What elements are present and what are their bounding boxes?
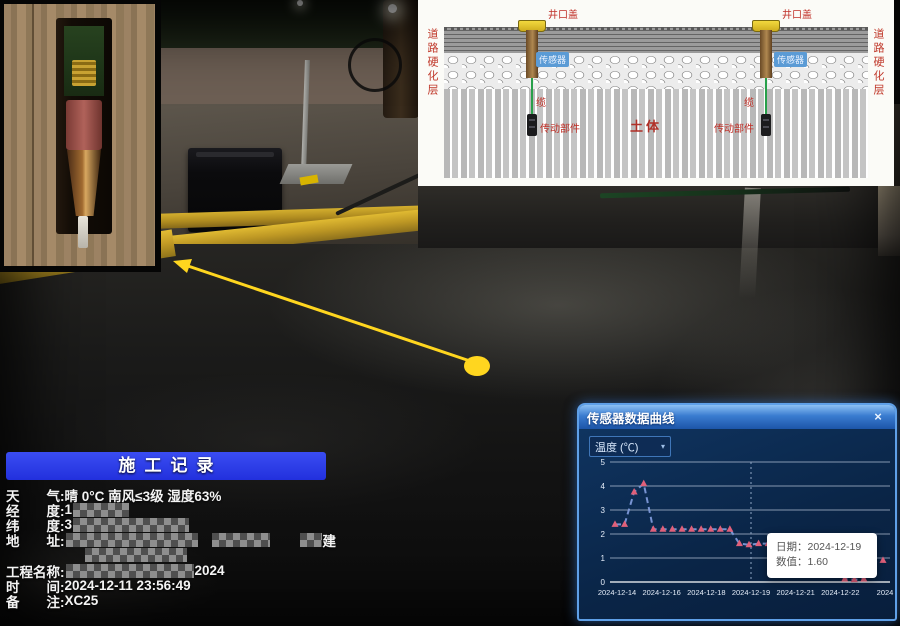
svg-text:2024-12-14: 2024-12-14 [598,588,636,597]
street-light [297,0,303,6]
note-value: XC25 [65,593,99,608]
record-title: 施工记录 [6,452,326,480]
probe-battery [66,100,102,150]
chart-window-title: 传感器数据曲线 [587,408,675,427]
screenshot-stage: 道路硬化层 道路硬化层 井口盖 传感器 缆 传动部件 井口盖 [0,0,900,626]
sensor-probe-inset-photo [0,0,161,272]
redaction-mosaic [66,564,194,578]
note-label: 备 注: [6,591,65,611]
road-layer-label-left: 道路硬化层 [424,28,440,98]
svg-text:3: 3 [601,506,606,515]
project-tail: 2024 [195,563,225,578]
wood-block [4,4,155,266]
buried-sensor [761,114,771,136]
redaction-mosaic [73,518,189,532]
cable-label: 缆 [536,94,546,109]
component-label: 传动部件 [714,120,754,135]
svg-text:2024-12-18: 2024-12-18 [687,588,725,597]
redaction-mosaic [66,533,198,547]
sensor-wire [531,78,533,116]
wellhead-label: 井口盖 [548,6,578,21]
soil-body-label: 土体 [630,116,662,135]
longitude-value: 1 [65,502,73,517]
probe-chip [72,60,96,86]
svg-text:0: 0 [601,578,606,587]
right-curb-edge [878,186,900,256]
redaction-mosaic [73,503,129,517]
sensor-data-chart-window: 传感器数据曲线 × 温度 (℃) ▾ 0123452024-12-142024-… [577,403,897,621]
probe-tip [78,216,88,248]
svg-text:2024-12-21: 2024-12-21 [776,588,814,597]
svg-text:4: 4 [601,482,606,491]
sensor-wire [765,78,767,116]
wellhead-label: 井口盖 [782,6,812,21]
svg-text:2024-12-22: 2024-12-22 [821,588,859,597]
note-line: 备 注:XC25 [6,593,358,608]
svg-text:1: 1 [601,554,606,563]
well-tube [760,30,772,78]
weather-value: 晴 0°C 南风≤3级 湿度63% [65,485,222,505]
asphalt-layer [444,27,868,53]
street-light [388,4,397,13]
component-label: 传动部件 [540,120,580,135]
redaction-mosaic [85,548,187,562]
tooltip-date: 日期：2024-12-19 [776,540,868,555]
chart-window-titlebar[interactable]: 传感器数据曲线 × [579,405,895,429]
latitude-value: 3 [65,517,73,532]
sensor-badge: 传感器 [774,52,807,67]
chart-window-body: 温度 (℃) ▾ 0123452024-12-142024-12-162024-… [579,429,895,621]
close-icon[interactable]: × [869,408,887,426]
time-value: 2024-12-11 23:56:49 [65,578,191,593]
address-line: 地 址:建 [6,532,358,547]
bicycle-wheel [348,38,402,92]
buried-sensor [527,114,537,136]
tooltip-value: 数值：1.60 [776,555,868,570]
cable-label: 缆 [744,94,754,109]
svg-text:2024-12-16: 2024-12-16 [642,588,680,597]
redaction-row [6,547,358,563]
svg-text:2024-12-19: 2024-12-19 [732,588,770,597]
redaction-mosaic [300,533,322,547]
redaction-mosaic [212,533,270,547]
chart-tooltip: 日期：2024-12-19 数值：1.60 [767,533,877,578]
svg-text:2024: 2024 [877,588,894,597]
sensor-badge: 传感器 [536,52,569,67]
svg-text:5: 5 [601,458,606,467]
soil-strata: 井口盖 传感器 缆 传动部件 井口盖 传感器 缆 传动部件 土体 [444,20,868,178]
sensor-installation-diagram: 道路硬化层 道路硬化层 井口盖 传感器 缆 传动部件 井口盖 [418,0,894,186]
road-layer-label-right: 道路硬化层 [870,28,886,98]
construction-record-overlay: 施工记录 天 气:晴 0°C 南风≤3级 湿度63% 经 度:1 纬 度:3 地… [6,452,358,608]
svg-text:2: 2 [601,530,606,539]
